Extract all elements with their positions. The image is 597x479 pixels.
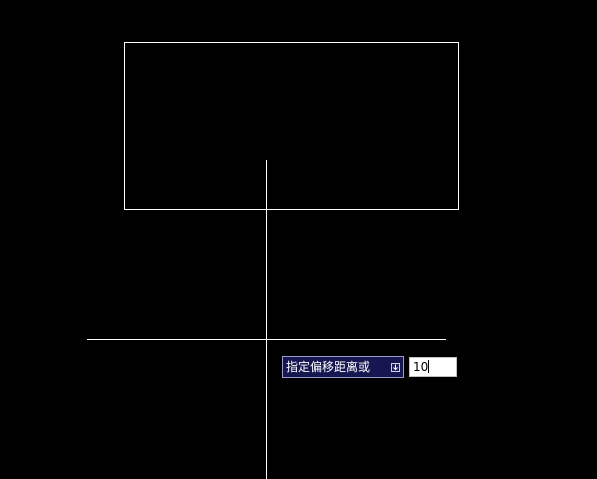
drawing-canvas[interactable]	[0, 0, 597, 479]
rectangle-object[interactable]	[124, 42, 459, 210]
distance-input[interactable]: 10	[409, 357, 457, 377]
prompt-text: 指定偏移距离或	[286, 360, 371, 374]
distance-value: 10	[413, 360, 429, 374]
arrow-down-icon[interactable]	[391, 363, 400, 372]
text-caret	[428, 360, 430, 373]
dynamic-input-prompt: 指定偏移距离或	[282, 356, 404, 378]
